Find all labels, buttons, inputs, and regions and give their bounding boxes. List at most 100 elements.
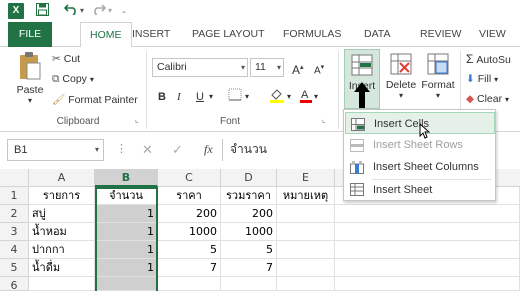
row-header-4[interactable]: 4: [0, 241, 29, 259]
fill-down-icon: ⬇: [466, 73, 475, 85]
cell-e3[interactable]: [277, 223, 335, 241]
tab-page-layout[interactable]: PAGE LAYOUT: [183, 22, 274, 47]
redo-icon[interactable]: [92, 3, 107, 19]
font-size-dropdown[interactable]: 11 ▾: [250, 58, 284, 77]
font-color-dropdown-icon[interactable]: ▾: [314, 88, 318, 106]
format-painter-button[interactable]: 🖌 Format Painter: [52, 91, 138, 109]
sigma-icon: Σ: [466, 52, 474, 66]
select-all-button[interactable]: [0, 169, 29, 187]
menu-item-insert-sheet-rows[interactable]: Insert Sheet Rows: [345, 134, 495, 156]
cell-b5[interactable]: 1: [95, 259, 158, 277]
menu-item-insert-sheet[interactable]: Insert Sheet: [345, 180, 495, 200]
italic-button[interactable]: I: [177, 88, 181, 106]
cell-f6[interactable]: [335, 277, 520, 291]
row-header-2[interactable]: 2: [0, 205, 29, 223]
format-dropdown-icon: ▾: [435, 91, 440, 100]
cell-a2[interactable]: สบู่: [29, 205, 95, 223]
tab-data[interactable]: DATA: [355, 22, 399, 47]
format-button[interactable]: Format ▾: [419, 49, 457, 100]
cell-b6[interactable]: [95, 277, 158, 291]
cell-b3[interactable]: 1: [95, 223, 158, 241]
cell-e4[interactable]: [277, 241, 335, 259]
cell-a6[interactable]: [29, 277, 95, 291]
cell-c5[interactable]: 7: [158, 259, 221, 277]
cell-f5[interactable]: [335, 259, 520, 277]
cut-button[interactable]: ✂ Cut: [52, 50, 80, 68]
cell-a5[interactable]: น้ำดื่ม: [29, 259, 95, 277]
fill-color-button[interactable]: [269, 88, 285, 106]
bold-button[interactable]: B: [158, 88, 166, 106]
cell-c2[interactable]: 200: [158, 205, 221, 223]
cell-b1[interactable]: จำนวน: [95, 187, 158, 205]
cell-d3[interactable]: 1000: [221, 223, 277, 241]
formula-input[interactable]: จำนวน: [230, 139, 267, 161]
fill-button[interactable]: ⬇ Fill ▾: [466, 70, 498, 88]
customize-qat-icon[interactable]: ₌: [122, 3, 126, 19]
insert-function-button[interactable]: fx: [204, 142, 213, 157]
fill-color-icon: [270, 89, 284, 103]
cell-f3[interactable]: [335, 223, 520, 241]
row-header-6[interactable]: 6: [0, 277, 29, 291]
enter-icon[interactable]: ✓: [172, 142, 183, 158]
undo-dropdown-icon[interactable]: ▾: [80, 3, 84, 19]
tab-review[interactable]: REVIEW: [411, 22, 470, 47]
cell-e5[interactable]: [277, 259, 335, 277]
cell-d2[interactable]: 200: [221, 205, 277, 223]
decrease-font-size-button[interactable]: A▾: [314, 59, 324, 77]
tab-formulas[interactable]: FORMULAS: [274, 22, 350, 47]
delete-button[interactable]: Delete ▾: [383, 49, 419, 100]
borders-button[interactable]: [228, 88, 242, 106]
paste-button[interactable]: Paste ▾: [15, 51, 45, 105]
cell-d6[interactable]: [221, 277, 277, 291]
cell-b4[interactable]: 1: [95, 241, 158, 259]
cell-a3[interactable]: น้ำหอม: [29, 223, 95, 241]
fill-color-dropdown-icon[interactable]: ▾: [287, 88, 291, 106]
cell-a4[interactable]: ปากกา: [29, 241, 95, 259]
row-header-5[interactable]: 5: [0, 259, 29, 277]
cell-e2[interactable]: [277, 205, 335, 223]
cell-a1[interactable]: รายการ: [29, 187, 95, 205]
name-box[interactable]: B1 ▾: [7, 139, 104, 161]
underline-dropdown-icon[interactable]: ▾: [209, 88, 213, 106]
borders-dropdown-icon[interactable]: ▾: [245, 88, 249, 106]
undo-icon[interactable]: [63, 3, 78, 19]
cell-c4[interactable]: 5: [158, 241, 221, 259]
clear-label: Clear: [477, 93, 503, 105]
clear-button[interactable]: ◆ Clear ▾: [466, 90, 509, 108]
font-name-dropdown[interactable]: Calibri ▾: [152, 58, 248, 77]
row-header-3[interactable]: 3: [0, 223, 29, 241]
cell-c6[interactable]: [158, 277, 221, 291]
column-header-b[interactable]: B: [95, 169, 158, 187]
cell-e6[interactable]: [277, 277, 335, 291]
copy-button[interactable]: ⧉ Copy ▾: [52, 70, 94, 88]
cell-f4[interactable]: [335, 241, 520, 259]
font-color-button[interactable]: A: [299, 88, 313, 106]
cell-c1[interactable]: ราคา: [158, 187, 221, 205]
cell-b2[interactable]: 1: [95, 205, 158, 223]
column-header-d[interactable]: D: [221, 169, 277, 187]
clipboard-launcher-icon[interactable]: ⌞: [135, 111, 139, 129]
column-header-a[interactable]: A: [29, 169, 95, 187]
cancel-icon[interactable]: ✕: [142, 142, 153, 158]
row-header-1[interactable]: 1: [0, 187, 29, 205]
cell-e1[interactable]: หมายเหตุ: [277, 187, 335, 205]
tab-view[interactable]: VIEW: [470, 22, 515, 47]
menu-item-insert-sheet-columns[interactable]: Insert Sheet Columns: [345, 156, 495, 178]
cell-d5[interactable]: 7: [221, 259, 277, 277]
cell-c3[interactable]: 1000: [158, 223, 221, 241]
cell-d1[interactable]: รวมราคา: [221, 187, 277, 205]
increase-font-size-button[interactable]: A▴: [292, 59, 304, 77]
menu-item-insert-cells[interactable]: Insert Cells: [345, 112, 495, 139]
font-launcher-icon[interactable]: ⌞: [322, 111, 326, 129]
column-header-e[interactable]: E: [277, 169, 335, 187]
tab-file[interactable]: FILE: [8, 22, 52, 47]
autosum-button[interactable]: Σ AutoSu: [466, 50, 511, 68]
underline-button[interactable]: U: [196, 88, 204, 106]
tab-insert[interactable]: INSERT: [123, 22, 179, 47]
menu-item-label: Insert Sheet: [373, 184, 433, 196]
cell-d4[interactable]: 5: [221, 241, 277, 259]
save-icon[interactable]: [36, 3, 49, 19]
redo-dropdown-icon[interactable]: ▾: [108, 3, 112, 19]
cell-f2[interactable]: [335, 205, 520, 223]
column-header-c[interactable]: C: [158, 169, 221, 187]
